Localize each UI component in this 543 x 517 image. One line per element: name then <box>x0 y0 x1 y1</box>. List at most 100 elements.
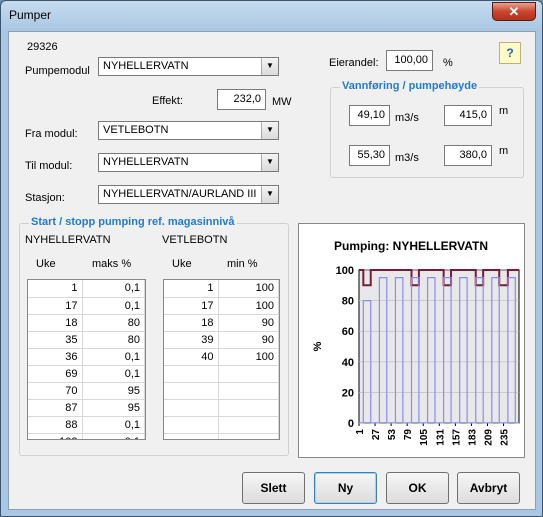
min-uke-cell[interactable] <box>164 365 219 383</box>
height-2-field[interactable]: 380,0 <box>444 145 492 166</box>
table-row[interactable] <box>164 399 279 417</box>
min-uke-cell[interactable]: 40 <box>164 348 219 366</box>
close-button[interactable]: ✕ <box>492 2 536 21</box>
table-row[interactable] <box>164 416 279 434</box>
min-uke-cell[interactable] <box>164 416 219 434</box>
min-pct-cell[interactable]: 90 <box>218 314 279 332</box>
table-row[interactable]: 1 0,1 <box>28 280 145 298</box>
maks-uke-cell[interactable]: 87 <box>28 399 83 417</box>
maks-pct-cell[interactable]: 0,1 <box>82 280 145 298</box>
maks-pct-cell[interactable]: 80 <box>82 314 145 332</box>
table-row[interactable]: 87 95 <box>28 399 145 417</box>
min-pct-cell[interactable] <box>218 365 279 383</box>
maks-uke-cell[interactable]: 88 <box>28 416 83 434</box>
min-pct-cell[interactable] <box>218 382 279 400</box>
table-row[interactable]: 40 100 <box>164 348 279 366</box>
flow-1-field[interactable]: 49,10 <box>349 105 390 126</box>
table-row[interactable]: 69 0,1 <box>28 365 145 383</box>
min-table-body: 1 100 17 100 18 90 39 90 40 100 <box>164 280 279 439</box>
slett-button[interactable]: Slett <box>242 472 305 504</box>
min-pct-cell[interactable] <box>218 399 279 417</box>
x-tick-label: 1 <box>355 429 366 435</box>
height-1-field[interactable]: 415,0 <box>444 105 492 126</box>
chevron-down-icon[interactable]: ▼ <box>261 154 278 171</box>
effekt-unit: MW <box>272 96 292 108</box>
maks-pct-cell[interactable]: 0,1 <box>82 433 145 439</box>
y-axis-label: % <box>312 341 324 351</box>
min-pct-cell[interactable] <box>218 433 279 439</box>
maks-pct-cell[interactable]: 80 <box>82 331 145 349</box>
maks-uke-cell[interactable]: 103 <box>28 433 83 439</box>
maks-pct-cell[interactable]: 0,1 <box>82 416 145 434</box>
min-uke-cell[interactable]: 18 <box>164 314 219 332</box>
min-pct-cell[interactable] <box>218 416 279 434</box>
chevron-down-icon[interactable]: ▼ <box>261 122 278 139</box>
ny-button[interactable]: Ny <box>314 472 377 504</box>
table-row[interactable]: 17 100 <box>164 297 279 315</box>
min-pct-cell[interactable]: 90 <box>218 331 279 349</box>
eierandel-unit: % <box>443 57 453 69</box>
maks-uke-cell[interactable]: 36 <box>28 348 83 366</box>
eierandel-field[interactable]: 100,00 <box>386 50 433 71</box>
maks-uke-cell[interactable]: 70 <box>28 382 83 400</box>
maks-uke-cell[interactable]: 17 <box>28 297 83 315</box>
maks-pct-cell[interactable]: 95 <box>82 399 145 417</box>
min-pct-cell[interactable]: 100 <box>218 297 279 315</box>
min-uke-cell[interactable]: 17 <box>164 297 219 315</box>
maks-uke-cell[interactable]: 69 <box>28 365 83 383</box>
table-row[interactable]: 18 80 <box>28 314 145 332</box>
table-row[interactable]: 17 0,1 <box>28 297 145 315</box>
maks-uke-cell[interactable]: 1 <box>28 280 83 298</box>
maks-pct-cell[interactable]: 0,1 <box>82 365 145 383</box>
table-row[interactable]: 88 0,1 <box>28 416 145 434</box>
flow-2-unit: m3/s <box>395 152 419 164</box>
table-row[interactable]: 39 90 <box>164 331 279 349</box>
min-pct-cell[interactable]: 100 <box>218 280 279 298</box>
fra-modul-value: VETLEBOTN <box>103 124 169 136</box>
min-uke-cell[interactable] <box>164 399 219 417</box>
table-row[interactable] <box>164 433 279 439</box>
maks-uke-cell[interactable]: 35 <box>28 331 83 349</box>
right-col-uke-header: Uke <box>172 258 192 270</box>
table-row[interactable] <box>164 382 279 400</box>
help-icon[interactable]: ? <box>499 42 521 64</box>
min-uke-cell[interactable] <box>164 433 219 439</box>
table-row[interactable] <box>164 365 279 383</box>
chevron-down-icon[interactable]: ▼ <box>261 58 278 75</box>
stasjon-select[interactable]: NYHELLERVATN/AURLAND III ▼ <box>98 185 279 204</box>
maks-pct-cell[interactable]: 0,1 <box>82 297 145 315</box>
avbryt-button[interactable]: Avbryt <box>457 472 520 504</box>
min-uke-cell[interactable]: 1 <box>164 280 219 298</box>
min-table[interactable]: 1 100 17 100 18 90 39 90 40 100 <box>163 279 280 440</box>
table-row[interactable]: 35 80 <box>28 331 145 349</box>
min-pct-cell[interactable]: 100 <box>218 348 279 366</box>
flow-1-unit: m3/s <box>395 112 419 124</box>
table-row[interactable]: 1030,1 <box>28 433 145 439</box>
x-tick-label: 157 <box>451 429 462 446</box>
vannforing-title: Vannføring / pumpehøyde <box>340 80 480 92</box>
maks-pct-cell[interactable]: 0,1 <box>82 348 145 366</box>
fra-modul-select[interactable]: VETLEBOTN ▼ <box>98 121 279 140</box>
ok-button[interactable]: OK <box>386 472 449 504</box>
effekt-field[interactable]: 232,0 <box>217 89 266 110</box>
min-uke-cell[interactable] <box>164 382 219 400</box>
y-tick-label: 80 <box>342 296 354 308</box>
maks-table[interactable]: 1 0,1 17 0,1 18 80 35 80 36 0,1 69 0,1 70 95 87 95 88 0,1… <box>27 279 146 440</box>
table-row[interactable]: 70 95 <box>28 382 145 400</box>
table-row[interactable]: 36 0,1 <box>28 348 145 366</box>
dialog-body: 29326 Pumpemodul NYHELLERVATN ▼ Effekt: … <box>8 31 536 510</box>
maks-uke-cell[interactable]: 18 <box>28 314 83 332</box>
til-modul-select[interactable]: NYHELLERVATN ▼ <box>98 153 279 172</box>
y-tick-label: 20 <box>342 387 354 399</box>
min-uke-cell[interactable]: 39 <box>164 331 219 349</box>
table-row[interactable]: 18 90 <box>164 314 279 332</box>
x-tick-label: 27 <box>371 429 382 441</box>
maks-table-body: 1 0,1 17 0,1 18 80 35 80 36 0,1 69 0,1 70 95 87 95 88 0,1… <box>28 280 145 439</box>
maks-pct-cell[interactable]: 95 <box>82 382 145 400</box>
table-row[interactable]: 1 100 <box>164 280 279 298</box>
pumpemodul-select[interactable]: NYHELLERVATN ▼ <box>98 57 279 76</box>
chevron-down-icon[interactable]: ▼ <box>261 186 278 203</box>
title-bar[interactable]: Pumper ✕ <box>1 1 542 31</box>
x-tick-label: 53 <box>387 429 398 441</box>
flow-2-field[interactable]: 55,30 <box>349 145 390 166</box>
